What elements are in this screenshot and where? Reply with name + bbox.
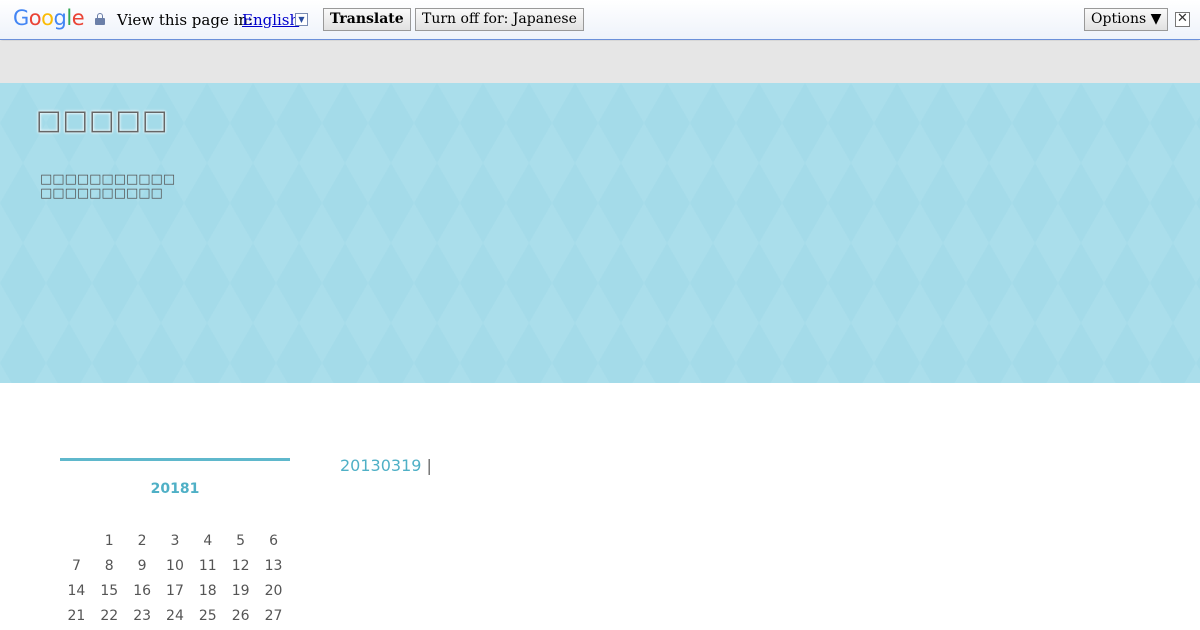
calendar-day: 27 [264, 607, 283, 624]
calendar-grid: 1 2 3 4 5 6 7 8 9 10 11 12 13 14 15 16 1… [60, 528, 290, 628]
calendar-day: 15 [100, 582, 119, 599]
calendar-day: 20 [264, 582, 283, 599]
description-line: □□□□□□□□□□□ [40, 172, 176, 187]
calendar-day: 21 [67, 607, 86, 624]
calendar-week: 14 15 16 17 18 19 20 [60, 578, 290, 603]
calendar-day: 12 [231, 557, 250, 574]
chevron-down-icon[interactable]: ▼ [295, 13, 308, 26]
post-date-link[interactable]: 20130319 [340, 456, 421, 475]
calendar-day: 13 [264, 557, 283, 574]
language-select[interactable]: English [242, 11, 299, 29]
google-logo: Google [13, 6, 85, 30]
site-title[interactable]: □□□□□ [36, 105, 169, 136]
calendar-day: 2 [137, 532, 147, 549]
post-separator: | [426, 456, 432, 475]
description-line: □□□□□□□□□□ [40, 186, 163, 201]
turn-off-button[interactable]: Turn off for: Japanese [415, 8, 584, 31]
calendar-day: 23 [133, 607, 152, 624]
calendar-title: 20181 [150, 481, 200, 497]
calendar-day: 16 [133, 582, 152, 599]
calendar-day: 22 [100, 607, 119, 624]
calendar-week: 1 2 3 4 5 6 [60, 528, 290, 553]
calendar-day: 5 [236, 532, 246, 549]
calendar-day: 24 [166, 607, 184, 624]
calendar-day: 9 [137, 557, 147, 574]
lock-icon [95, 13, 105, 25]
calendar-day: 14 [67, 582, 86, 599]
calendar-day: 17 [166, 582, 184, 599]
calendar-widget: 20181 1 2 3 4 5 6 7 8 9 10 11 12 13 14 1… [60, 458, 290, 624]
nav-strip [0, 41, 1200, 83]
post-date-line: 20130319 | [340, 456, 432, 475]
calendar-day: 3 [170, 532, 180, 549]
calendar-day: 6 [269, 532, 278, 549]
calendar-week: 21 22 23 24 25 26 27 [60, 603, 290, 628]
translate-bar: Google View this page in: English ▼ Tran… [0, 0, 1200, 40]
calendar-week: 7 8 9 10 11 12 13 [60, 553, 290, 578]
calendar-day: 10 [166, 557, 184, 574]
calendar-day: 4 [203, 532, 213, 549]
close-icon[interactable]: ✕ [1175, 12, 1190, 27]
options-button[interactable]: Options ▼ [1084, 8, 1169, 31]
site-description: □□□□□□□□□□□ □□□□□□□□□□ [40, 173, 175, 201]
translate-button[interactable]: Translate [323, 8, 411, 31]
calendar-divider [60, 458, 290, 461]
calendar-day: 26 [231, 607, 250, 624]
calendar-day: 11 [198, 557, 217, 574]
calendar-day: 18 [198, 582, 217, 599]
view-page-in-label: View this page in: [117, 11, 254, 29]
calendar-day [60, 528, 93, 553]
calendar-day: 25 [198, 607, 217, 624]
site-header: □□□□□ □□□□□□□□□□□ □□□□□□□□□□ [0, 83, 1200, 383]
calendar-day: 7 [71, 557, 81, 574]
calendar-day: 1 [104, 532, 114, 549]
calendar-day: 19 [231, 582, 250, 599]
calendar-day: 8 [104, 557, 114, 574]
